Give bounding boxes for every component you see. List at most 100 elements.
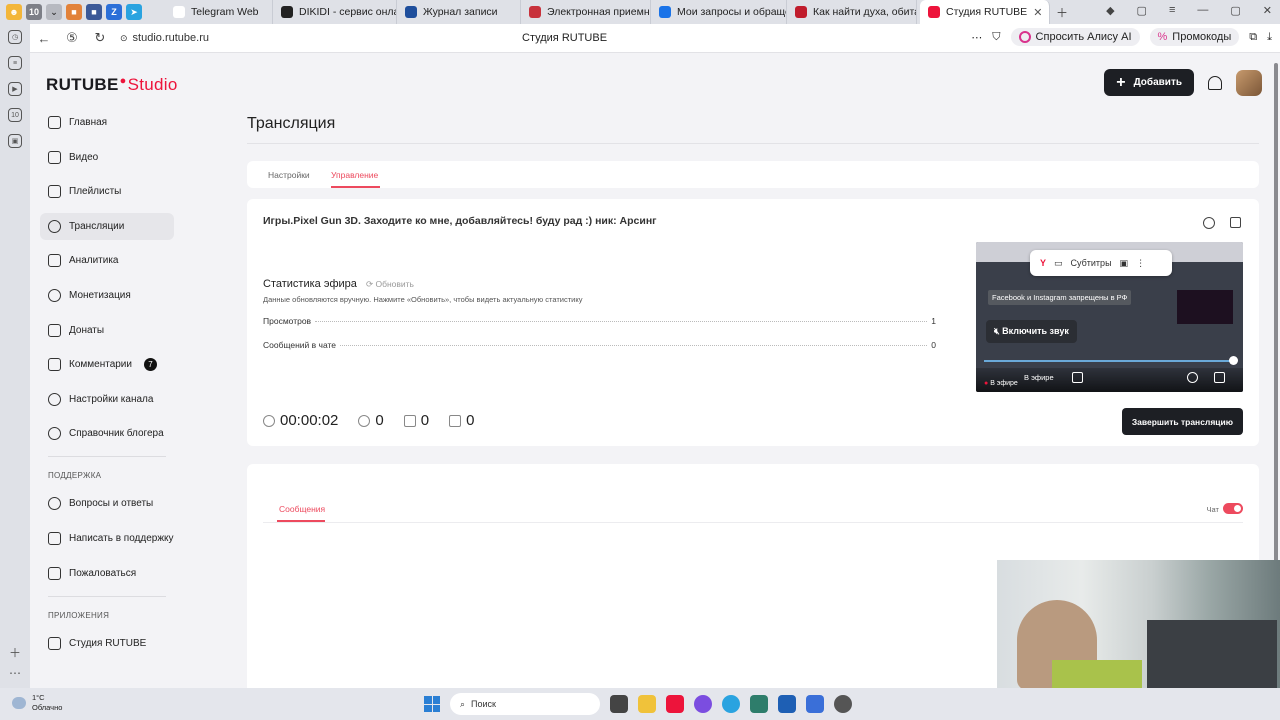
history-icon[interactable]: ◷ xyxy=(8,30,22,44)
text-editor-icon[interactable] xyxy=(778,695,796,713)
rail-more-icon[interactable]: ⋯ xyxy=(9,666,21,680)
tab-management[interactable]: Управление xyxy=(331,170,378,180)
tab-rutube-studio[interactable]: Студия RUTUBE ✕ xyxy=(920,0,1050,24)
bookmark-icon[interactable]: ⛉ xyxy=(992,31,1000,44)
bell-icon[interactable] xyxy=(1208,75,1222,90)
stat-dots xyxy=(315,321,928,322)
site-info-icon[interactable]: ⊙ xyxy=(120,33,128,44)
end-stream-button[interactable]: Завершить трансляцию xyxy=(1121,408,1243,435)
play-icon[interactable]: ▶ xyxy=(8,82,22,96)
ask-alice-button[interactable]: Спросить Алису AI xyxy=(1010,28,1140,46)
sidebar-item-donations[interactable]: Донаты xyxy=(40,317,174,344)
stat-row-messages: Сообщений в чате 0 xyxy=(263,340,936,350)
tabs-dropdown-icon[interactable]: ⌄ xyxy=(46,4,62,20)
thumbs-up-icon xyxy=(403,414,416,427)
url-field[interactable]: ⊙ studio.rutube.ru xyxy=(120,32,209,44)
sidebar-item-blogger-guide[interactable]: Справочник блогера xyxy=(40,420,174,447)
fullscreen-icon[interactable] xyxy=(1214,372,1225,383)
sidebar-item-analytics[interactable]: Аналитика xyxy=(40,247,174,274)
pip-icon: ▣ xyxy=(1119,257,1129,268)
chat-toggle[interactable] xyxy=(1223,503,1243,514)
pinned-tab-icon[interactable]: ■ xyxy=(66,4,82,20)
task-view-icon[interactable] xyxy=(610,695,628,713)
tab-messages[interactable]: Сообщения xyxy=(279,504,325,514)
weather-widget[interactable]: 1°C Облачно xyxy=(12,693,62,713)
tab-settings[interactable]: Настройки xyxy=(268,170,310,180)
gallery-icon[interactable]: ▣ xyxy=(8,134,22,148)
tab-requests[interactable]: Мои запросы и обращен xyxy=(651,0,787,24)
pinned-tab-icon[interactable]: ■ xyxy=(86,4,102,20)
rutube-studio-logo[interactable]: RUTUBE ● Studio xyxy=(46,75,178,95)
url-text: studio.rutube.ru xyxy=(132,32,209,44)
sidebar-item-monetization[interactable]: Монетизация xyxy=(40,282,174,309)
external-link-icon[interactable] xyxy=(1230,217,1241,228)
sidebar-item-home[interactable]: Главная xyxy=(40,109,174,136)
tab-count-badge[interactable]: 10 xyxy=(26,4,42,20)
avatar[interactable] xyxy=(1236,69,1262,96)
alice-app-icon[interactable] xyxy=(694,695,712,713)
sidebar-item-streams[interactable]: Трансляции xyxy=(40,212,174,240)
download-icon[interactable]: ⤓ xyxy=(1267,31,1272,44)
telegram-app-icon[interactable] xyxy=(722,695,740,713)
scrollbar-thumb[interactable] xyxy=(1274,63,1278,563)
rail-add-icon[interactable]: ＋ xyxy=(9,644,21,661)
notes-icon[interactable]: ≡ xyxy=(8,56,22,70)
sidebar-item-report[interactable]: Пожаловаться xyxy=(40,560,174,587)
collections-icon[interactable]: ⧉ xyxy=(1249,31,1257,44)
preview-progress[interactable] xyxy=(984,360,1235,362)
tab-label: DIKIDI - сервис онлайн за xyxy=(299,6,396,18)
add-button[interactable]: + Добавить xyxy=(1104,69,1194,96)
tab-journal[interactable]: Журнал записи xyxy=(397,0,521,24)
maximize-icon[interactable]: ▢ xyxy=(1230,4,1240,17)
sidebar-item-playlists[interactable]: Плейлисты xyxy=(40,178,174,205)
close-tab-icon[interactable]: ✕ xyxy=(1033,6,1042,19)
back-icon[interactable]: ← xyxy=(30,31,58,46)
gear-icon xyxy=(48,392,61,406)
share-icon[interactable] xyxy=(1203,217,1215,229)
sidebar-item-label: Написать в поддержку xyxy=(69,532,174,544)
yandex-browser-icon[interactable] xyxy=(666,695,684,713)
tab-dikidi[interactable]: DIKIDI - сервис онлайн за xyxy=(273,0,397,24)
alice-icon xyxy=(1018,31,1031,43)
obs-icon[interactable] xyxy=(806,695,824,713)
tab-label: Электронная приемная xyxy=(547,6,651,18)
reload-icon[interactable]: ↻ xyxy=(86,30,114,46)
preview-yandex-toolbar[interactable]: Y ▭ Субтитры ▣ ⋮ xyxy=(1030,250,1172,276)
preview-progress-knob[interactable] xyxy=(1229,356,1238,365)
sidebar-item-studio-app[interactable]: Студия RUTUBE xyxy=(40,630,174,657)
logo-brand: RUTUBE xyxy=(46,75,119,94)
sidebar-item-channel-settings[interactable]: Настройки канала xyxy=(40,386,174,413)
unmute-button[interactable]: 🔇︎ Включить звук xyxy=(986,320,1077,343)
promo-button[interactable]: % Промокоды xyxy=(1149,28,1240,46)
browser-logo-icon[interactable]: ☻ xyxy=(6,4,22,20)
pinned-tab-icon[interactable]: Z xyxy=(106,4,122,20)
menu-icon[interactable]: ≡ xyxy=(1169,4,1175,17)
new-tab-icon[interactable]: ＋ xyxy=(1056,4,1068,21)
close-window-icon[interactable]: ✕ xyxy=(1263,4,1272,17)
bookmark-manager-icon[interactable]: ▢ xyxy=(1137,4,1147,17)
sidebar-item-comments[interactable]: Комментарии 7 xyxy=(40,351,174,378)
stream-preview-player[interactable]: Y ▭ Субтитры ▣ ⋮ Facebook и Instagram запрещ… xyxy=(976,242,1243,392)
protect-icon[interactable]: ⑤ xyxy=(58,30,86,46)
windows-start-icon[interactable] xyxy=(424,696,440,712)
tab-telegram[interactable]: Telegram Web xyxy=(165,0,273,24)
extension-icon[interactable]: ◆ xyxy=(1106,4,1114,17)
tab-reception[interactable]: Электронная приемная xyxy=(521,0,651,24)
tab-spirit[interactable]: Как найти духа, обитаю xyxy=(787,0,917,24)
recorder-icon[interactable] xyxy=(834,695,852,713)
sidebar-item-contact-support[interactable]: Написать в поддержку xyxy=(40,525,174,552)
refresh-button[interactable]: ⟳ Обновить xyxy=(366,279,414,290)
sidebar-item-label: Аналитика xyxy=(69,255,119,267)
calculator-icon[interactable] xyxy=(750,695,768,713)
minimize-icon[interactable]: — xyxy=(1197,4,1208,17)
settings-icon[interactable] xyxy=(1187,372,1198,383)
sidebar-item-video[interactable]: Видео xyxy=(40,144,174,171)
file-explorer-icon[interactable] xyxy=(638,695,656,713)
comment-icon xyxy=(48,358,61,372)
more-icon[interactable]: ⋯ xyxy=(971,31,982,44)
calendar-icon[interactable]: 10 xyxy=(8,108,22,122)
taskbar-search[interactable]: ⌕ Поиск xyxy=(450,693,600,715)
telegram-pinned-icon[interactable]: ➤ xyxy=(126,4,142,20)
sidebar-item-faq[interactable]: Вопросы и ответы xyxy=(40,490,174,517)
volume-icon[interactable] xyxy=(1072,372,1083,383)
